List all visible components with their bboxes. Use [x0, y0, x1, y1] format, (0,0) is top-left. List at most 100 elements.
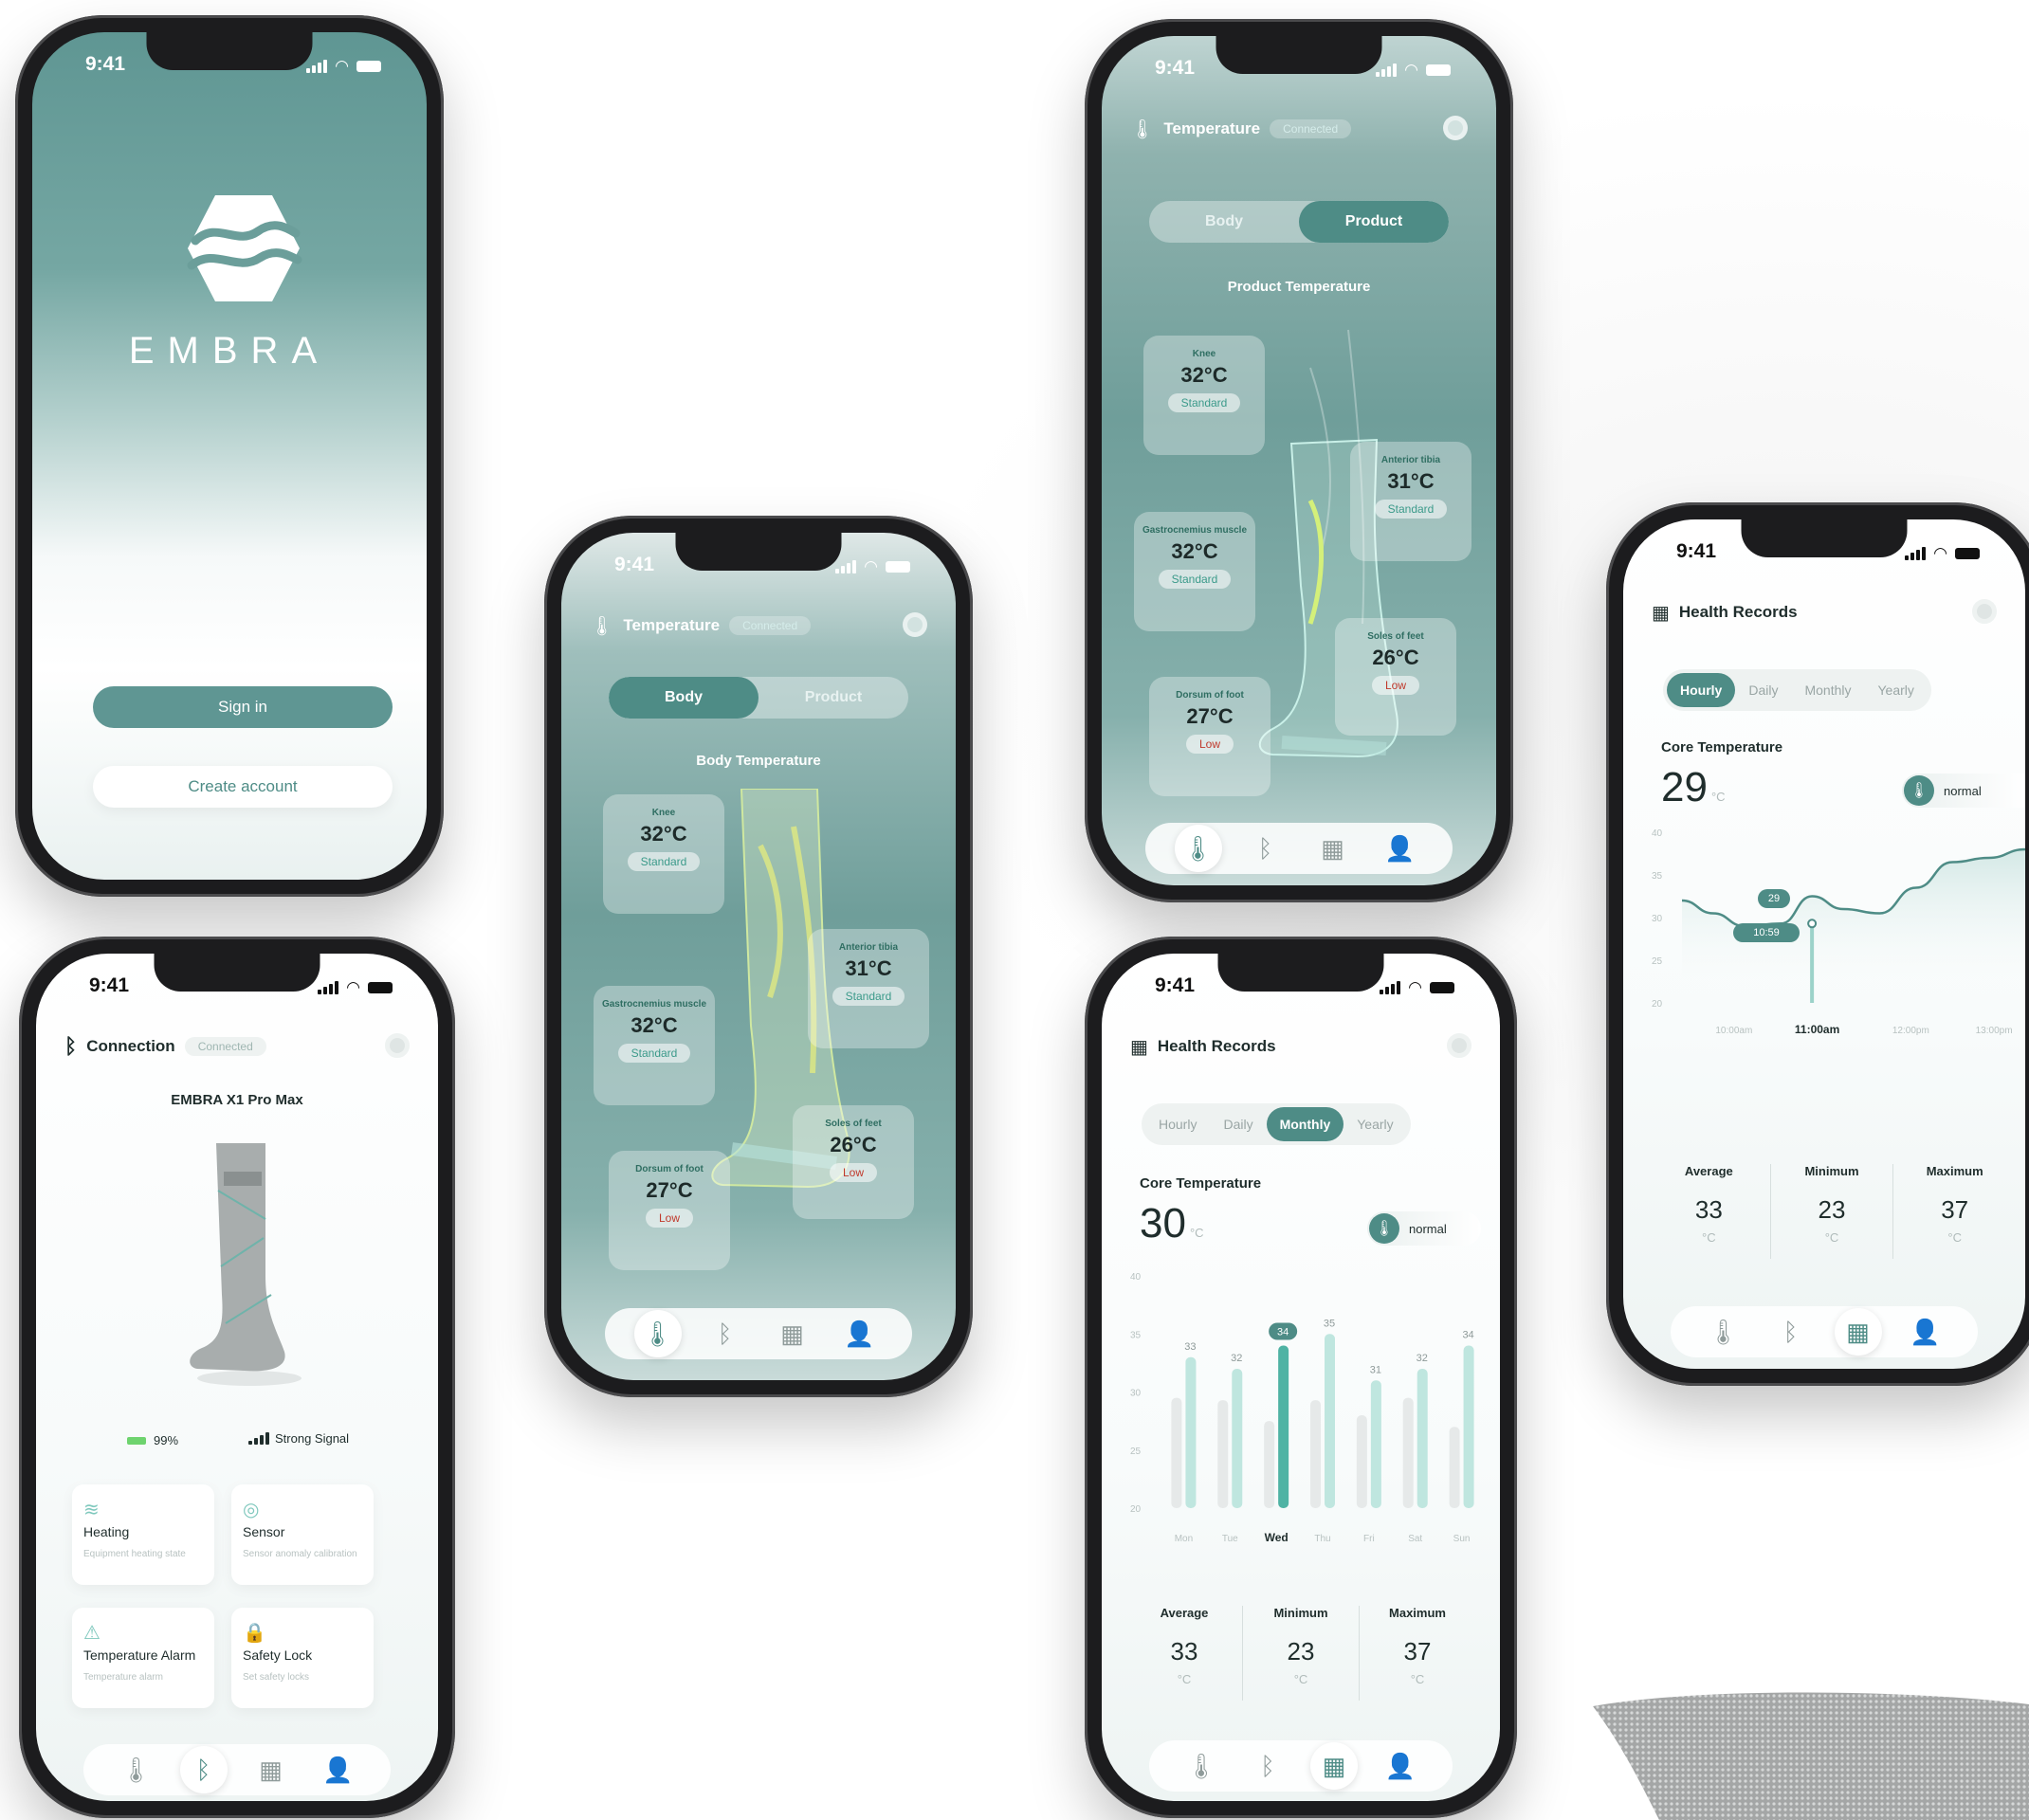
y-axis-tick-label: 20: [1652, 999, 1663, 1010]
tab-monthly[interactable]: Monthly: [1266, 1107, 1344, 1141]
temperature-header: 🌡 Temperature Connected: [1130, 112, 1468, 146]
sign-in-button[interactable]: Sign in: [93, 686, 393, 728]
signal-icon: [1905, 547, 1927, 560]
profile-icon[interactable]: 👤: [1902, 1308, 1949, 1356]
profile-icon[interactable]: 👤: [315, 1746, 362, 1793]
stat-unit: °C: [1293, 1672, 1308, 1686]
temperature-title: Temperature: [1163, 119, 1261, 137]
temperature-header: 🌡 Temperature Connected: [590, 609, 927, 643]
temp-card-soles[interactable]: Soles of feet 26°C Low: [1335, 618, 1456, 736]
y-axis-tick-label: 40: [1130, 1272, 1142, 1283]
x-axis-tick-label: 10:00am: [1715, 1026, 1752, 1036]
tab-hourly[interactable]: Hourly: [1145, 1107, 1210, 1141]
thermometer-nav-icon[interactable]: 🌡: [633, 1310, 682, 1357]
sock-device-image: [190, 1143, 302, 1386]
tab-daily[interactable]: Daily: [1210, 1107, 1266, 1141]
temp-card-gastrocnemius[interactable]: Gastrocnemius muscle 32°C Standard: [1134, 512, 1255, 631]
temp-card-knee[interactable]: Knee 32°C Standard: [1143, 336, 1265, 455]
calendar-icon[interactable]: ▦: [769, 1310, 816, 1357]
bottom-nav: 🌡 ᛒ ▦ 👤: [1145, 823, 1453, 874]
stat-value: 33: [1694, 1195, 1723, 1224]
card-state: Standard: [1158, 570, 1232, 589]
x-axis-tick-label: Tue: [1222, 1534, 1238, 1544]
bar-temperature: [1463, 1345, 1474, 1508]
bar-baseline: [1310, 1400, 1321, 1508]
card-state: Standard: [832, 987, 905, 1006]
settings-dot-button[interactable]: [1447, 1033, 1471, 1058]
bar-temperature: [1278, 1345, 1289, 1508]
temp-card-anterior-tibia[interactable]: Anterior tibia 31°C Standard: [808, 929, 929, 1048]
bar-value-label: 31: [1370, 1364, 1381, 1375]
temp-card-dorsum[interactable]: Dorsum of foot 27°C Low: [1149, 677, 1270, 796]
signal-icon: [1376, 64, 1398, 77]
tab-daily[interactable]: Daily: [1735, 673, 1791, 707]
thermometer-icon[interactable]: 🌡: [1700, 1308, 1747, 1356]
tab-body[interactable]: Body: [609, 677, 759, 719]
bottom-nav: 🌡 ᛒ ▦ 👤: [1149, 1740, 1453, 1792]
temp-card-soles[interactable]: Soles of feet 26°C Low: [793, 1105, 914, 1219]
tab-product[interactable]: Product: [1299, 201, 1449, 243]
calendar-nav-icon[interactable]: ▦: [1834, 1308, 1882, 1356]
calendar-nav-icon[interactable]: ▦: [1310, 1742, 1358, 1790]
stat-unit: °C: [1824, 1230, 1839, 1245]
period-tabs: Hourly Daily Monthly Yearly: [1663, 669, 1931, 711]
feature-title: Safety Lock: [243, 1647, 313, 1663]
settings-dot-button[interactable]: [1443, 116, 1468, 140]
signal-icon: [835, 560, 857, 573]
card-value: 27°C: [646, 1178, 693, 1202]
connection-title: Connection: [86, 1037, 175, 1055]
thermometer-nav-icon[interactable]: 🌡: [1174, 825, 1222, 872]
bar-baseline: [1171, 1397, 1182, 1508]
temp-card-anterior-tibia[interactable]: Anterior tibia 31°C Standard: [1350, 442, 1471, 561]
phone-product-temperature: 9:41 ◠ 🌡 Temperature Connected Body Prod…: [1085, 19, 1513, 902]
body-temperature-screen: 9:41 ◠ 🌡 Temperature Connected Body Prod…: [561, 533, 956, 1380]
profile-icon[interactable]: 👤: [1377, 1742, 1424, 1790]
profile-icon[interactable]: 👤: [1377, 825, 1424, 872]
tab-monthly[interactable]: Monthly: [1791, 673, 1864, 707]
tab-yearly[interactable]: Yearly: [1865, 673, 1928, 707]
stat-label: Average: [1160, 1606, 1209, 1620]
card-name: Knee: [651, 808, 676, 818]
tab-hourly[interactable]: Hourly: [1667, 673, 1736, 707]
status-icons: ◠: [1380, 978, 1454, 997]
signal-icon: [1380, 981, 1401, 994]
stat-label: Maximum: [1389, 1606, 1446, 1620]
hourly-line-chart: 40 35 30 25 20 10:00am 11:00am 12:00pm 13:00pm: [1652, 828, 2025, 1036]
bluetooth-icon[interactable]: ᛒ: [702, 1310, 749, 1357]
bar-temperature: [1185, 1356, 1197, 1508]
settings-dot-button[interactable]: [1972, 599, 1997, 624]
temp-card-dorsum[interactable]: Dorsum of foot 27°C Low: [609, 1151, 730, 1270]
feature-card-temperature-alarm[interactable]: ⚠ Temperature Alarm Temperature alarm: [72, 1608, 214, 1708]
status-time: 9:41: [1155, 57, 1196, 79]
bar-temperature: [1370, 1380, 1381, 1508]
settings-dot-button[interactable]: [385, 1033, 410, 1058]
battery-icon: [356, 61, 381, 72]
bluetooth-icon[interactable]: ᛒ: [1767, 1308, 1815, 1356]
temp-card-knee[interactable]: Knee 32°C Standard: [603, 794, 724, 914]
tab-body[interactable]: Body: [1149, 201, 1299, 243]
bluetooth-icon[interactable]: ᛒ: [1244, 1742, 1291, 1790]
thermometer-icon[interactable]: 🌡: [113, 1746, 160, 1793]
calendar-icon[interactable]: ▦: [1309, 825, 1357, 872]
profile-icon[interactable]: 👤: [836, 1310, 884, 1357]
core-temperature-value: 30 °C: [1140, 1200, 1204, 1247]
feature-card-heating[interactable]: ≋ Heating Equipment heating state: [72, 1484, 214, 1585]
card-value: 31°C: [1387, 469, 1435, 493]
bluetooth-icon[interactable]: ᛒ: [1242, 825, 1289, 872]
create-account-button[interactable]: Create account: [93, 766, 393, 808]
calendar-icon[interactable]: ▦: [247, 1746, 295, 1793]
temperature-title: Temperature: [623, 616, 721, 634]
x-axis-tick-label: 13:00pm: [1976, 1026, 2013, 1036]
feature-card-sensor[interactable]: ◎ Sensor Sensor anomaly calibration: [231, 1484, 374, 1585]
temp-card-gastrocnemius[interactable]: Gastrocnemius muscle 32°C Standard: [594, 986, 715, 1105]
stat-value: 37: [1403, 1637, 1432, 1665]
tab-yearly[interactable]: Yearly: [1344, 1107, 1406, 1141]
feature-card-safety-lock[interactable]: 🔒 Safety Lock Set safety locks: [231, 1608, 374, 1708]
thermometer-icon[interactable]: 🌡: [1178, 1742, 1225, 1790]
stat-label: Minimum: [1273, 1606, 1328, 1620]
product-temperature-screen: 9:41 ◠ 🌡 Temperature Connected Body Prod…: [1102, 36, 1496, 885]
settings-dot-button[interactable]: [903, 612, 927, 637]
tab-product[interactable]: Product: [759, 677, 908, 719]
stat-minimum: Minimum 23 °C: [1771, 1164, 1894, 1259]
bluetooth-nav-icon[interactable]: ᛒ: [179, 1746, 228, 1793]
